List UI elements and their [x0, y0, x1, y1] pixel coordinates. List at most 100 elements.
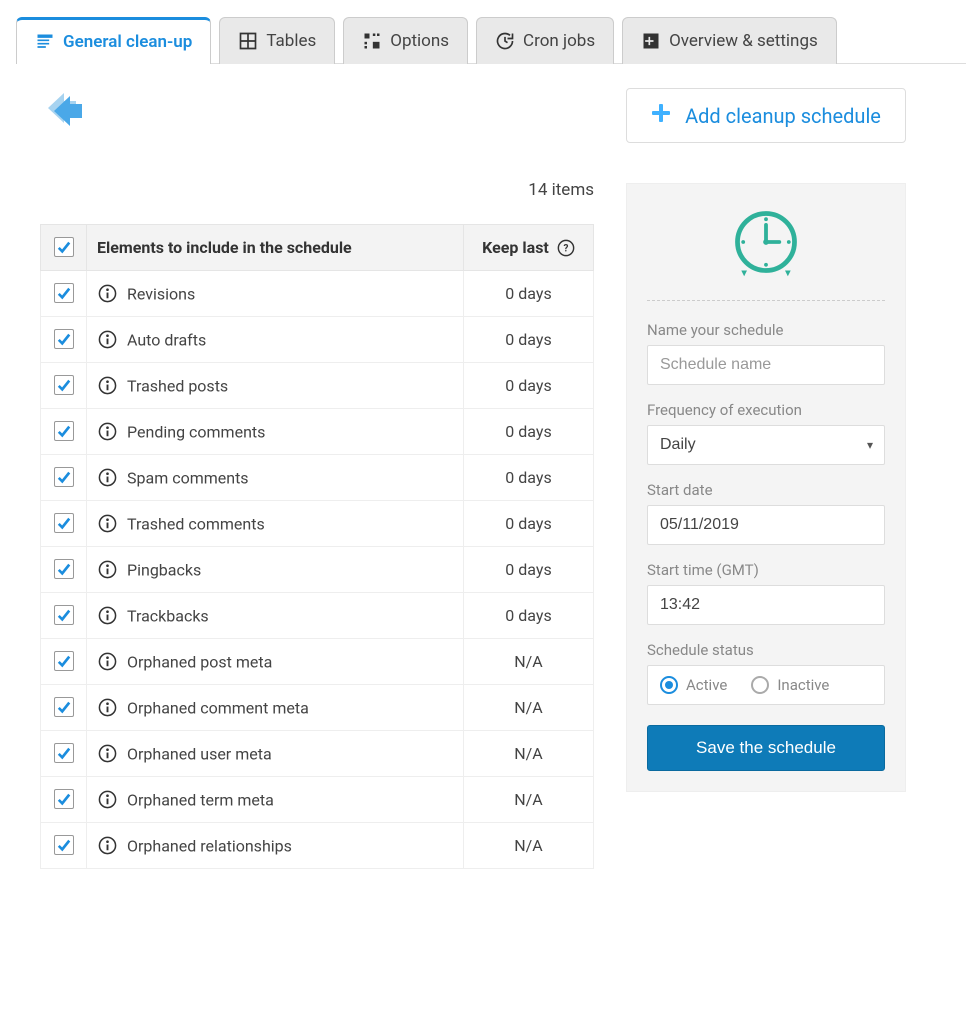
info-icon[interactable]	[97, 606, 117, 626]
row-keeplast: 0 days	[464, 547, 594, 593]
status-active-option[interactable]: Active	[660, 676, 727, 694]
status-inactive-label: Inactive	[777, 676, 829, 694]
tab-label: Overview & settings	[669, 31, 818, 51]
table-row: Orphaned comment meta N/A	[41, 685, 594, 731]
item-count: 14 items	[40, 180, 594, 200]
tab-cron[interactable]: Cron jobs	[476, 17, 614, 64]
select-all-checkbox[interactable]	[54, 237, 74, 257]
row-checkbox[interactable]	[54, 421, 74, 441]
info-icon[interactable]	[97, 744, 117, 764]
row-keeplast: N/A	[464, 731, 594, 777]
info-icon[interactable]	[97, 468, 117, 488]
row-checkbox[interactable]	[54, 559, 74, 579]
info-icon[interactable]	[97, 836, 117, 856]
row-checkbox[interactable]	[54, 743, 74, 763]
row-checkbox[interactable]	[54, 789, 74, 809]
row-label: Pingbacks	[127, 560, 201, 579]
table-row: Orphaned user meta N/A	[41, 731, 594, 777]
table-row: Trackbacks0 days	[41, 593, 594, 639]
row-label: Pending comments	[127, 422, 265, 441]
row-keeplast: 0 days	[464, 271, 594, 317]
table-row: Trashed posts 0 days	[41, 363, 594, 409]
add-button-label: Add cleanup schedule	[685, 104, 881, 128]
header-checkbox-cell	[41, 225, 87, 271]
table-row: Trashed comments0 days	[41, 501, 594, 547]
table-row: Pingbacks 0 days	[41, 547, 594, 593]
back-button[interactable]	[40, 88, 594, 132]
row-keeplast: 0 days	[464, 409, 594, 455]
table-row: Orphaned post metaN/A	[41, 639, 594, 685]
tab-tables[interactable]: Tables	[219, 17, 335, 64]
plus-icon	[651, 103, 671, 128]
row-keeplast: N/A	[464, 777, 594, 823]
schedule-panel: Name your schedule Frequency of executio…	[626, 183, 906, 792]
row-label: Trackbacks	[127, 606, 209, 625]
row-keeplast: N/A	[464, 685, 594, 731]
start-time-input[interactable]	[647, 585, 885, 625]
row-keeplast: 0 days	[464, 317, 594, 363]
help-icon[interactable]: ?	[557, 239, 575, 257]
header-elements: Elements to include in the schedule	[87, 225, 464, 271]
row-label: Spam comments	[127, 468, 249, 487]
row-label: Orphaned user meta	[127, 744, 272, 763]
divider	[647, 300, 885, 301]
radio-inactive	[751, 676, 769, 694]
row-checkbox[interactable]	[54, 467, 74, 487]
start-date-input[interactable]	[647, 505, 885, 545]
frequency-select[interactable]	[647, 425, 885, 465]
startdate-label: Start date	[647, 481, 885, 499]
frequency-label: Frequency of execution	[647, 401, 885, 419]
content-area: 14 items Elements to include in the sche…	[16, 64, 966, 869]
table-row: Revisions 0 days	[41, 271, 594, 317]
overview-icon	[641, 31, 661, 51]
tab-label: General clean-up	[63, 32, 192, 52]
table-row: Spam comments 0 days	[41, 455, 594, 501]
right-column: Add cleanup schedule	[626, 88, 906, 869]
info-icon[interactable]	[97, 652, 117, 672]
tab-label: Tables	[266, 31, 316, 51]
info-icon[interactable]	[97, 698, 117, 718]
page-root: General clean-up Tables Options Cron job…	[0, 0, 966, 869]
add-cleanup-schedule-button[interactable]: Add cleanup schedule	[626, 88, 906, 143]
row-checkbox[interactable]	[54, 283, 74, 303]
tab-bar: General clean-up Tables Options Cron job…	[16, 16, 966, 64]
tab-label: Options	[390, 31, 449, 51]
tab-options[interactable]: Options	[343, 17, 468, 64]
left-column: 14 items Elements to include in the sche…	[16, 88, 594, 869]
table-row: Orphaned term meta N/A	[41, 777, 594, 823]
row-label: Orphaned comment meta	[127, 698, 309, 717]
row-label: Trashed posts	[127, 376, 228, 395]
tab-overview[interactable]: Overview & settings	[622, 17, 837, 64]
table-row: Auto drafts0 days	[41, 317, 594, 363]
row-checkbox[interactable]	[54, 651, 74, 671]
tables-icon	[238, 31, 258, 51]
row-label: Orphaned term meta	[127, 790, 274, 809]
schedule-name-input[interactable]	[647, 345, 885, 385]
radio-active	[660, 676, 678, 694]
info-icon[interactable]	[97, 514, 117, 534]
info-icon[interactable]	[97, 330, 117, 350]
info-icon[interactable]	[97, 560, 117, 580]
status-inactive-option[interactable]: Inactive	[751, 676, 829, 694]
row-checkbox[interactable]	[54, 605, 74, 625]
row-keeplast: N/A	[464, 823, 594, 869]
row-keeplast: 0 days	[464, 501, 594, 547]
tab-label: Cron jobs	[523, 31, 595, 51]
info-icon[interactable]	[97, 376, 117, 396]
status-box: Active Inactive	[647, 665, 885, 705]
row-keeplast: 0 days	[464, 455, 594, 501]
row-checkbox[interactable]	[54, 375, 74, 395]
save-schedule-button[interactable]: Save the schedule	[647, 725, 885, 771]
row-checkbox[interactable]	[54, 513, 74, 533]
tab-general-cleanup[interactable]: General clean-up	[16, 17, 211, 64]
row-keeplast: 0 days	[464, 363, 594, 409]
row-checkbox[interactable]	[54, 697, 74, 717]
row-checkbox[interactable]	[54, 835, 74, 855]
row-checkbox[interactable]	[54, 329, 74, 349]
info-icon[interactable]	[97, 790, 117, 810]
status-active-label: Active	[686, 676, 727, 694]
info-icon[interactable]	[97, 284, 117, 304]
row-keeplast: N/A	[464, 639, 594, 685]
info-icon[interactable]	[97, 422, 117, 442]
row-label: Revisions	[127, 284, 195, 303]
